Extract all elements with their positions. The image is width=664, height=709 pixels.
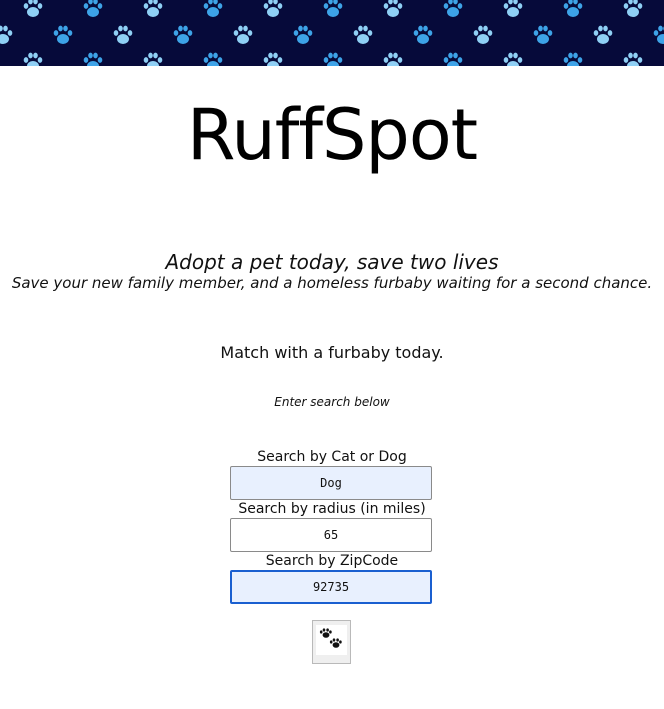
zipcode-label: Search by ZipCode xyxy=(265,553,399,569)
paw-icon xyxy=(263,52,283,66)
paw-icon xyxy=(143,52,163,66)
paw-icon xyxy=(323,0,343,17)
subtagline: Save your new family member, and a homel… xyxy=(11,274,653,292)
paw-print-banner xyxy=(0,0,664,66)
paw-icon xyxy=(53,25,73,44)
paw-icon xyxy=(173,25,193,44)
paw-icon xyxy=(563,52,583,66)
site-logo: RuffSpot xyxy=(186,94,478,176)
paw-icon xyxy=(623,0,643,17)
search-submit-button[interactable] xyxy=(312,620,351,664)
paw-icon xyxy=(203,0,223,17)
paw-icon xyxy=(263,0,283,17)
paw-icon xyxy=(593,25,613,44)
paw-icon xyxy=(443,52,463,66)
tagline: Adopt a pet today, save two lives xyxy=(165,250,499,274)
paw-pattern-icon xyxy=(0,0,664,66)
zipcode-input[interactable] xyxy=(230,570,432,604)
paw-icon xyxy=(83,52,103,66)
paw-icon xyxy=(83,0,103,17)
paw-icon xyxy=(473,25,493,44)
paw-icon xyxy=(293,25,313,44)
paw-icon xyxy=(443,0,463,17)
paw-icon xyxy=(533,25,553,44)
paw-icon xyxy=(23,0,43,17)
paw-icon xyxy=(383,0,403,17)
paw-icon xyxy=(623,52,643,66)
paw-icon xyxy=(143,0,163,17)
paw-icon xyxy=(353,25,373,44)
radius-input[interactable] xyxy=(230,518,432,552)
paw-icon xyxy=(503,52,523,66)
paw-icon xyxy=(503,0,523,17)
animal-type-input[interactable] xyxy=(230,466,432,500)
radius-label: Search by radius (in miles) xyxy=(238,501,426,517)
animal-type-label: Search by Cat or Dog xyxy=(257,449,407,465)
paw-icon xyxy=(203,52,223,66)
paw-icon xyxy=(0,25,13,44)
paw-icon xyxy=(23,52,43,66)
paw-icon xyxy=(323,52,343,66)
paw-icon xyxy=(413,25,433,44)
paw-icon xyxy=(653,25,664,44)
paw-icon xyxy=(563,0,583,17)
match-heading: Match with a furbaby today. xyxy=(220,343,444,362)
paw-icon xyxy=(113,25,133,44)
search-hint: Enter search below xyxy=(274,395,390,409)
paw-icon xyxy=(233,25,253,44)
paw-icon xyxy=(383,52,403,66)
paw-prints-icon xyxy=(316,625,347,655)
